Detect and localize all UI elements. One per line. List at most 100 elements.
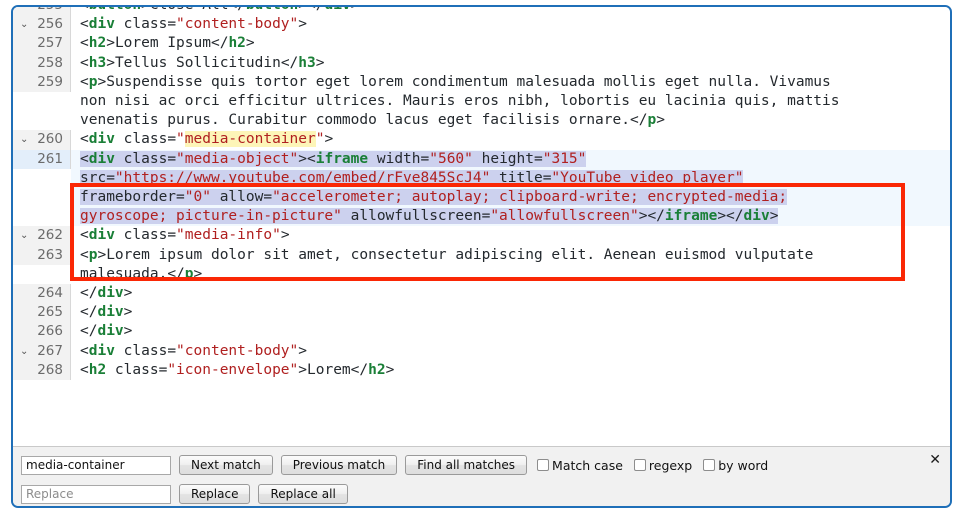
- code-line[interactable]: 257 <h2>Lorem Ipsum</h2>: [13, 34, 950, 54]
- code-line-content[interactable]: venenatis purus. Curabitur commodo lacus…: [71, 111, 950, 130]
- code-line[interactable]: venenatis purus. Curabitur commodo lacus…: [13, 111, 950, 130]
- screenshot-root: 255<button>Close All</button></div>256⌄<…: [0, 0, 961, 521]
- code-line-content[interactable]: <p>Suspendisse quis tortor eget lorem co…: [71, 73, 950, 92]
- code-line-content[interactable]: non nisi ac orci efficitur ultrices. Mau…: [71, 92, 950, 111]
- replace-button[interactable]: Replace: [179, 484, 251, 504]
- line-number-gutter: 263: [13, 245, 71, 265]
- code-line-content[interactable]: <div class="media-container">: [71, 130, 950, 149]
- code-token: h2: [368, 361, 386, 378]
- find-all-matches-button[interactable]: Find all matches: [405, 455, 528, 475]
- code-token: >: [385, 361, 395, 378]
- code-token: class=: [114, 131, 177, 148]
- code-line[interactable]: 256 ⌄ <div class="content-body">: [13, 15, 950, 35]
- code-line[interactable]: 259 <p>Suspendisse quis tortor eget lorem…: [13, 72, 950, 93]
- checkbox-icon[interactable]: [633, 459, 646, 471]
- code-token: >: [298, 7, 307, 13]
- code-token: <: [80, 227, 89, 244]
- code-line-content[interactable]: gyroscope; picture-in-picture" allowfull…: [71, 207, 950, 227]
- previous-match-button[interactable]: Previous match: [280, 455, 398, 475]
- code-token: "content-body": [176, 16, 299, 33]
- code-line-content[interactable]: malesuada.</p>: [71, 265, 950, 284]
- code-token: button: [246, 7, 298, 13]
- code-line-content[interactable]: <div class="content-body">: [71, 15, 950, 34]
- code-token: </: [228, 7, 245, 13]
- code-line[interactable]: gyroscope; picture-in-picture" allowfull…: [13, 207, 950, 227]
- regexp-label: regexp: [648, 457, 693, 473]
- code-token: >: [141, 7, 150, 13]
- code-line-content[interactable]: </div>: [71, 284, 950, 303]
- checkbox-icon[interactable]: [703, 459, 716, 471]
- selected-code-token: width=: [368, 150, 430, 167]
- code-line-content[interactable]: <div class="media-object"><iframe width=…: [71, 149, 950, 169]
- next-match-button[interactable]: Next match: [179, 455, 273, 475]
- code-line[interactable]: malesuada.</p>: [13, 265, 950, 284]
- chevron-down-icon[interactable]: ⌄: [20, 342, 28, 361]
- chevron-down-icon[interactable]: ⌄: [20, 130, 28, 149]
- selected-code-token: ></: [638, 208, 665, 225]
- code-line[interactable]: frameborder="0" allow="accelerometer; au…: [13, 188, 950, 208]
- code-line[interactable]: 258 <h3>Tellus Sollicitudin</h3>: [13, 53, 950, 73]
- code-editor-viewport[interactable]: 255<button>Close All</button></div>256⌄<…: [13, 7, 950, 448]
- code-line-content[interactable]: <h2 class="icon-envelope">Lorem</h2>: [71, 361, 950, 380]
- chevron-down-icon[interactable]: ⌄: [20, 15, 28, 34]
- selected-code-token: iframe: [315, 150, 369, 167]
- replace-input[interactable]: [21, 484, 171, 504]
- code-token: h3: [88, 54, 107, 71]
- code-line-content[interactable]: src="https://www.youtube.com/embed/rFve8…: [71, 168, 950, 189]
- selected-code-token: "560": [429, 150, 473, 167]
- code-line[interactable]: 262 ⌄ <div class="media-info">: [13, 226, 950, 246]
- code-line-content[interactable]: frameborder="0" allow="accelerometer; au…: [71, 188, 950, 208]
- selected-code-token: div: [743, 208, 770, 225]
- code-line-content[interactable]: </div>: [71, 303, 950, 322]
- code-token: "icon-envelope": [167, 361, 299, 378]
- code-token: p: [647, 112, 657, 129]
- code-token: <: [80, 246, 89, 263]
- code-token: >: [280, 227, 290, 244]
- code-token: Lorem: [307, 361, 351, 378]
- selected-code-token: "315": [542, 150, 587, 167]
- code-line[interactable]: 260 ⌄ <div class="media-container">: [13, 130, 950, 150]
- code-line[interactable]: non nisi ac orci efficitur ultrices. Mau…: [13, 92, 950, 111]
- code-line[interactable]: 265 </div>: [13, 303, 950, 323]
- code-token: >: [106, 54, 115, 71]
- code-line[interactable]: 268 <h2 class="icon-envelope">Lorem</h2>: [13, 360, 950, 381]
- selected-code-token: "accelerometer; autoplay; clipboard-writ…: [272, 189, 788, 206]
- code-token: >: [97, 246, 107, 263]
- code-line[interactable]: 267 ⌄ <div class="content-body">: [13, 341, 950, 361]
- code-line-content[interactable]: <h3>Tellus Sollicitudin</h3>: [71, 54, 950, 73]
- replace-row: Replace Replace all: [21, 482, 942, 506]
- code-token: Suspendisse quis tortor eget lorem condi…: [106, 73, 831, 90]
- replace-all-button[interactable]: Replace all: [258, 484, 348, 504]
- code-line-content[interactable]: </div>: [71, 322, 950, 341]
- code-line[interactable]: 261 <div class="media-object"><iframe wid…: [13, 149, 950, 169]
- code-token: h2: [88, 35, 107, 52]
- chevron-down-icon[interactable]: ⌄: [20, 226, 28, 245]
- code-line-content[interactable]: <button>Close All</button></div>: [71, 7, 950, 15]
- regexp-option[interactable]: regexp: [633, 457, 693, 473]
- code-editor-window: 255<button>Close All</button></div>256⌄<…: [11, 5, 952, 508]
- code-line-content[interactable]: <h2>Lorem Ipsum</h2>: [71, 34, 950, 53]
- line-number-gutter: 260 ⌄: [13, 130, 71, 150]
- code-line[interactable]: 263 <p>Lorem ipsum dolor sit amet, consec…: [13, 245, 950, 265]
- selected-code-token: allowfullscreen=: [341, 208, 491, 225]
- selected-code-token: "media-object": [176, 150, 299, 167]
- code-token: >: [123, 323, 133, 340]
- checkbox-icon[interactable]: [537, 459, 550, 471]
- by-word-option[interactable]: by word: [703, 458, 768, 473]
- code-line-content[interactable]: <div class="media-info">: [71, 226, 950, 245]
- selected-code-token: iframe: [664, 208, 718, 225]
- code-token: div: [97, 323, 124, 340]
- line-number-gutter: 261: [13, 149, 71, 169]
- code-line-content[interactable]: <p>Lorem ipsum dolor sit amet, consectet…: [71, 246, 950, 265]
- match-case-option[interactable]: Match case: [537, 458, 623, 473]
- code-line[interactable]: 264 </div>: [13, 284, 950, 304]
- code-line-content[interactable]: <div class="content-body">: [71, 342, 950, 361]
- search-input[interactable]: [21, 455, 171, 475]
- code-token: </: [80, 323, 98, 340]
- code-line[interactable]: src="https://www.youtube.com/embed/rFve8…: [13, 168, 950, 189]
- code-token: <: [80, 54, 89, 71]
- selected-code-token: "0": [184, 189, 211, 206]
- code-line[interactable]: 255<button>Close All</button></div>: [13, 7, 950, 16]
- code-line[interactable]: 266 </div>: [13, 322, 950, 342]
- close-icon[interactable]: ✕: [929, 453, 941, 467]
